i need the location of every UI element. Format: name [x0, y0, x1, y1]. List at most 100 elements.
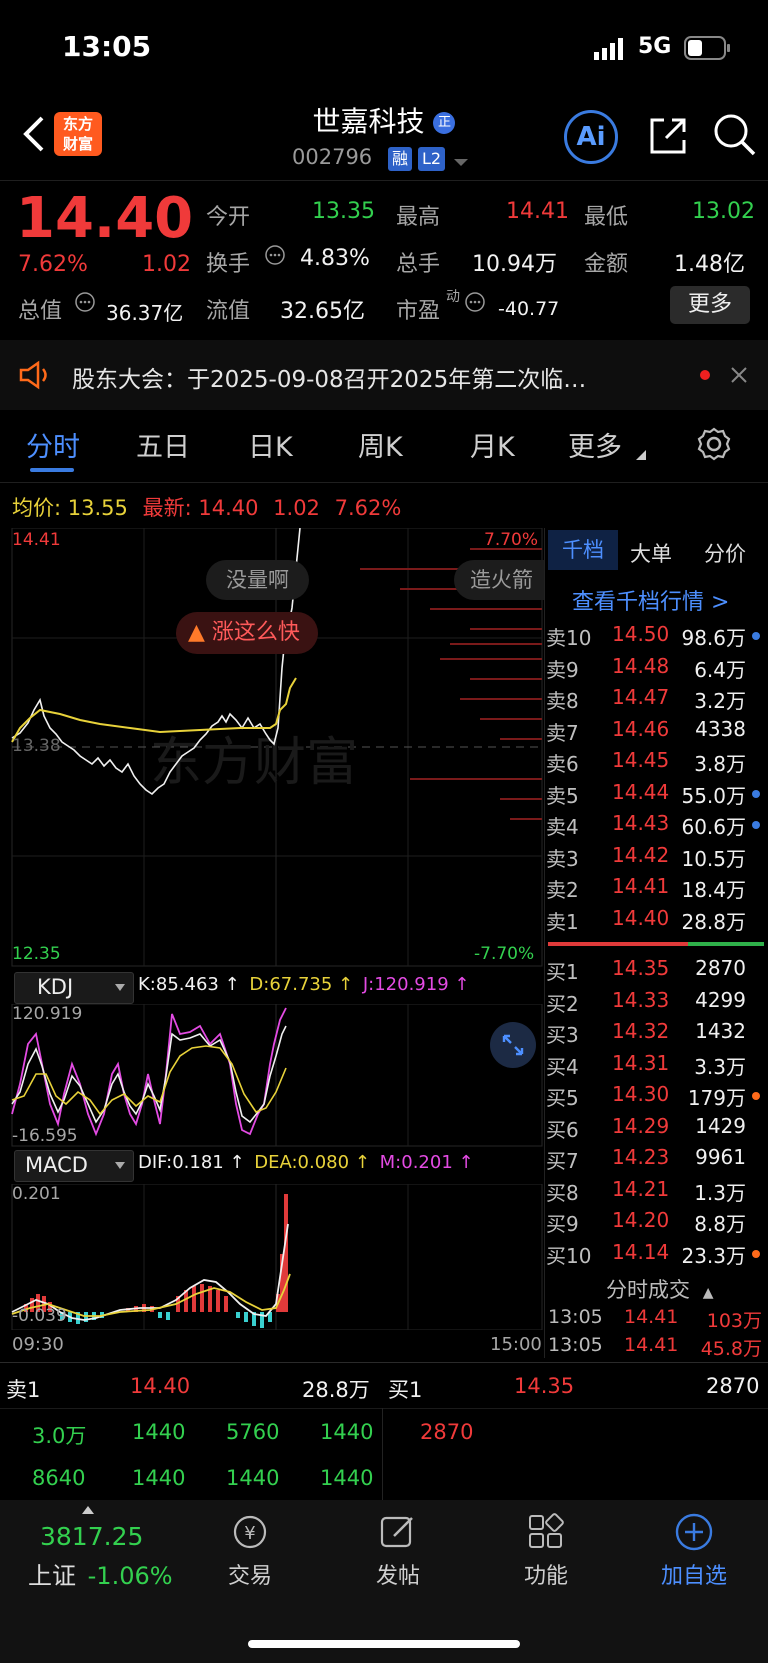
nav-post[interactable]: 发帖 [343, 1558, 453, 1590]
nav-trade[interactable]: 交易 [195, 1558, 305, 1590]
info-icon[interactable] [74, 291, 96, 317]
queue-divider [382, 1408, 383, 1500]
tab-monthly-k[interactable]: 月K [470, 425, 515, 464]
tab-more[interactable]: 更多 [568, 425, 622, 464]
orderbook-label: 卖1 [546, 909, 579, 934]
pct-axis-top: 7.70% [484, 530, 539, 550]
comment-bubble[interactable]: 造火箭 [454, 560, 544, 600]
orderbook-price: 14.33 [612, 987, 670, 1012]
orderbook-buy-row[interactable]: 买2 14.33 4299 [546, 988, 768, 1018]
index-value[interactable]: 3817.25 [40, 1522, 143, 1551]
queue-cell: 1440 [320, 1420, 374, 1444]
orderbook-sell-row[interactable]: 卖6 14.45 3.8万 [546, 748, 768, 778]
close-icon[interactable] [730, 366, 748, 384]
tab-daily-k[interactable]: 日K [248, 425, 293, 464]
orderbook-sell-row[interactable]: 卖4 14.43 60.6万 [546, 811, 768, 841]
orderbook-price: 14.47 [612, 685, 670, 709]
expand-icon[interactable] [490, 1022, 536, 1068]
orderbook-label: 买1 [546, 960, 579, 984]
orderbook-buy-row[interactable]: 买6 14.29 1429 [546, 1114, 768, 1144]
orderbook-price: 14.50 [612, 622, 670, 646]
orderbook-label: 买3 [546, 1023, 579, 1047]
orderbook-buy-row[interactable]: 买8 14.21 1.3万 [546, 1177, 768, 1207]
mktcap-value: 36.37亿 [106, 301, 184, 325]
intraday-chart[interactable]: 东方财富 14.41 13.38 12.35 7.70% -7.70% 没量啊 … [0, 528, 544, 968]
kdj-selector[interactable]: KDJ [14, 972, 134, 1004]
order-dot [752, 1092, 760, 1100]
comment-bubble-hot[interactable]: ▲ 涨这么快 [176, 612, 318, 654]
orderbook-sell-row[interactable]: 卖2 14.41 18.4万 [546, 874, 768, 904]
nav-functions[interactable]: 功能 [491, 1558, 601, 1590]
y-axis-top: 14.41 [12, 530, 61, 550]
orderbook-sell-row[interactable]: 卖5 14.44 55.0万 [546, 780, 768, 810]
search-icon[interactable] [712, 112, 758, 162]
orderbook-label: 卖2 [546, 878, 579, 902]
tab-5day[interactable]: 五日 [136, 425, 190, 464]
index-row[interactable]: 上证 -1.06% [28, 1556, 173, 1591]
orderbook-sell-row[interactable]: 卖10 14.50 98.6万 [546, 622, 768, 652]
notice-bar[interactable]: 股东大会：于2025-09-08召开2025年第二次临… [0, 340, 768, 410]
order-dot [752, 821, 760, 829]
ai-button[interactable]: Ai [564, 110, 618, 164]
trade-icon[interactable]: ¥ [228, 1512, 272, 1552]
orderbook-tab-thousand[interactable]: 千档 [548, 530, 618, 570]
tick-price: 14.41 [624, 1334, 679, 1356]
time-end: 15:00 [490, 1334, 542, 1355]
macd-axis-top: 0.201 [12, 1184, 61, 1204]
queue-cell: 3.0万 [32, 1424, 87, 1448]
orderbook-buy-row[interactable]: 买9 14.20 8.8万 [546, 1208, 768, 1238]
orderbook-buy-row[interactable]: 买5 14.30 179万 [546, 1082, 768, 1112]
orderbook-buy-row[interactable]: 买4 14.31 3.3万 [546, 1051, 768, 1081]
nav-add-watchlist[interactable]: 加自选 [639, 1558, 749, 1590]
chevron-down-icon[interactable] [454, 152, 468, 171]
orderbook-price: 14.41 [612, 874, 670, 898]
gear-icon[interactable] [696, 426, 732, 462]
orderbook-price: 14.46 [612, 716, 670, 741]
orderbook-sell-row[interactable]: 卖8 14.47 3.2万 [546, 685, 768, 715]
orderbook-volume: 55.0万 [681, 783, 746, 808]
orderbook-volume: 3.3万 [694, 1054, 746, 1079]
l2-tag[interactable]: L2 [418, 147, 446, 171]
macd-chart[interactable]: 0.201 -0.039 [0, 1184, 544, 1330]
orderbook-sell-row[interactable]: 卖9 14.48 6.4万 [546, 654, 768, 684]
pe-superscript: 动 [446, 289, 460, 305]
orderbook-label: 卖10 [546, 626, 592, 650]
orderbook-price: 14.44 [612, 779, 670, 804]
tab-intraday[interactable]: 分时 [26, 425, 80, 464]
orderbook-buy-row[interactable]: 买10 14.14 23.3万 [546, 1240, 768, 1270]
orderbook-buy-row[interactable]: 买3 14.32 1432 [546, 1019, 768, 1049]
name-badge: 正 [433, 112, 456, 134]
add-watchlist-icon[interactable] [674, 1512, 714, 1552]
orderbook-buy-row[interactable]: 买1 14.35 2870 [546, 956, 768, 986]
turnover-value: 4.83% [300, 246, 370, 271]
orderbook-label: 买7 [546, 1149, 579, 1173]
macd-selector[interactable]: MACD [14, 1150, 134, 1182]
home-indicator [248, 1640, 520, 1648]
ticks-header[interactable]: 分时成交 ▲ [606, 1274, 713, 1304]
tick-volume: 103万 [706, 1310, 762, 1332]
apps-icon[interactable] [526, 1512, 566, 1552]
pe-label: 市盈 [396, 299, 441, 324]
orderbook-tab-price[interactable]: 分价 [704, 538, 746, 568]
orderbook-sell-row[interactable]: 卖7 14.46 4338 [546, 717, 768, 747]
share-icon[interactable] [646, 114, 690, 162]
orderbook-link[interactable]: 查看千档行情 > [572, 584, 729, 616]
comment-bubble[interactable]: 没量啊 [206, 560, 309, 600]
kdj-chart[interactable]: 120.919 -16.595 [0, 1004, 544, 1148]
more-button[interactable]: 更多 [670, 286, 750, 324]
tab-weekly-k[interactable]: 周K [358, 425, 403, 464]
orderbook-tab-bigorder[interactable]: 大单 [630, 538, 672, 568]
orderbook-buy-row[interactable]: 买7 14.23 9961 [546, 1145, 768, 1175]
post-icon[interactable] [378, 1512, 418, 1552]
orderbook-label: 买5 [546, 1086, 579, 1110]
orderbook-label: 买10 [546, 1243, 592, 1268]
queue-buy-label: 买1 [388, 1378, 423, 1402]
tab-active-indicator [30, 468, 74, 472]
last-price: 14.40 [16, 186, 194, 251]
orderbook-sell-row[interactable]: 卖3 14.42 10.5万 [546, 843, 768, 873]
orderbook-sell-row[interactable]: 卖1 14.40 28.8万 [546, 906, 768, 936]
info-icon[interactable] [464, 291, 486, 317]
orderbook-volume: 1432 [695, 1019, 746, 1043]
tick-row: 13:05 14.41 103万 [546, 1306, 768, 1332]
info-icon[interactable] [264, 244, 286, 270]
